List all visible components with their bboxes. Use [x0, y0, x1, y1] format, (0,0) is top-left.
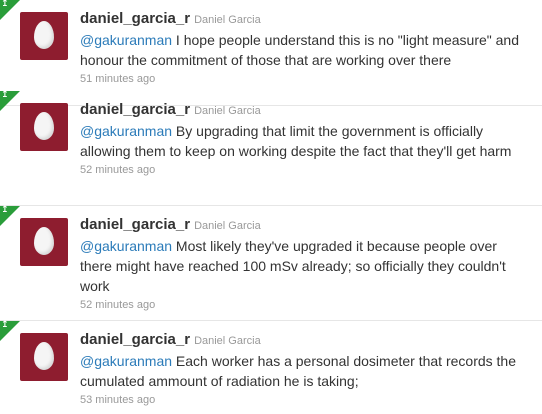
timestamp-link[interactable]: 53 minutes ago: [80, 392, 532, 408]
retweet-arrow-icon: ↥: [1, 205, 9, 215]
tweet-header: daniel_garcia_r Daniel Garcia: [80, 330, 532, 350]
screen-name-link[interactable]: daniel_garcia_r: [80, 216, 190, 233]
avatar[interactable]: [20, 103, 68, 151]
avatar[interactable]: [20, 333, 68, 381]
timestamp-link[interactable]: 52 minutes ago: [80, 297, 532, 313]
tweet-text: @gakuranman Most likely they've upgraded…: [80, 236, 532, 296]
full-name: Daniel Garcia: [194, 14, 261, 26]
screen-name-link[interactable]: daniel_garcia_r: [80, 10, 190, 27]
tweet-header: daniel_garcia_r Daniel Garcia: [80, 9, 532, 29]
tweet-text: @gakuranman By upgrading that limit the …: [80, 121, 532, 161]
default-egg-avatar-icon: [34, 227, 54, 255]
tweet-text: @gakuranman I hope people understand thi…: [80, 30, 532, 70]
retweet-arrow-icon: ↥: [1, 90, 9, 100]
tweet-header: daniel_garcia_r Daniel Garcia: [80, 215, 532, 235]
retweet-arrow-icon: ↥: [1, 0, 9, 9]
mention-link[interactable]: @gakuranman: [80, 353, 172, 369]
tweet-text: @gakuranman Each worker has a personal d…: [80, 351, 532, 391]
tweet-item[interactable]: ↥ daniel_garcia_r Daniel Garcia @gakuranm…: [0, 320, 542, 414]
tweet-content: daniel_garcia_r Daniel Garcia @gakuranman…: [80, 215, 532, 313]
screen-name-link[interactable]: daniel_garcia_r: [80, 101, 190, 118]
tweet-item[interactable]: ↥ daniel_garcia_r Daniel Garcia @gakuranm…: [0, 90, 542, 206]
tweet-content: daniel_garcia_r Daniel Garcia @gakuranman…: [80, 100, 532, 178]
full-name: Daniel Garcia: [194, 335, 261, 347]
tweet-item[interactable]: ↥ daniel_garcia_r Daniel Garcia @gakuranm…: [0, 205, 542, 321]
tweet-content: daniel_garcia_r Daniel Garcia @gakuranman…: [80, 9, 532, 87]
avatar[interactable]: [20, 12, 68, 60]
tweet-timeline: ↥ daniel_garcia_r Daniel Garcia @gakuranm…: [0, 0, 542, 414]
default-egg-avatar-icon: [34, 342, 54, 370]
timestamp-link[interactable]: 51 minutes ago: [80, 71, 532, 87]
mention-link[interactable]: @gakuranman: [80, 238, 172, 254]
default-egg-avatar-icon: [34, 112, 54, 140]
default-egg-avatar-icon: [34, 21, 54, 49]
retweet-arrow-icon: ↥: [1, 320, 9, 330]
tweet-content: daniel_garcia_r Daniel Garcia @gakuranman…: [80, 330, 532, 408]
screen-name-link[interactable]: daniel_garcia_r: [80, 331, 190, 348]
avatar[interactable]: [20, 218, 68, 266]
tweet-header: daniel_garcia_r Daniel Garcia: [80, 100, 532, 120]
full-name: Daniel Garcia: [194, 105, 261, 117]
mention-link[interactable]: @gakuranman: [80, 32, 172, 48]
mention-link[interactable]: @gakuranman: [80, 123, 172, 139]
full-name: Daniel Garcia: [194, 220, 261, 232]
timestamp-link[interactable]: 52 minutes ago: [80, 162, 532, 178]
